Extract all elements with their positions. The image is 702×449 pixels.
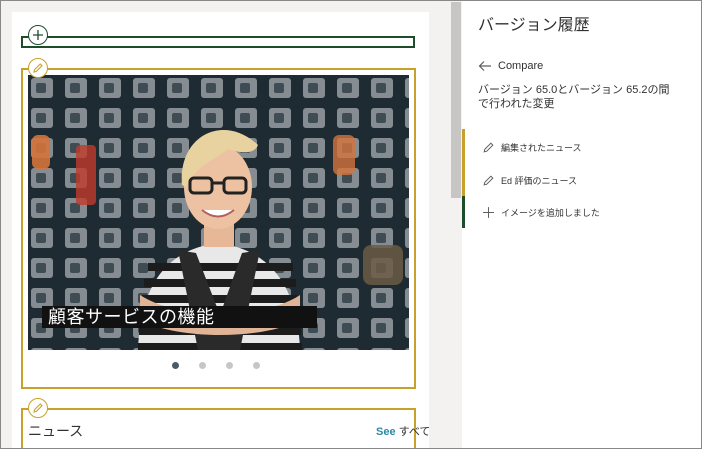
see-all-link-all[interactable]: すべて bbox=[399, 426, 431, 438]
pencil-icon bbox=[33, 403, 43, 413]
change-item-label: イメージを追加しました bbox=[501, 207, 600, 218]
change-item-edited-news[interactable]: 編集されたニュース bbox=[462, 129, 701, 165]
add-section-button[interactable] bbox=[28, 25, 48, 45]
change-item-rated-news[interactable]: Ed 評価のニュース bbox=[462, 164, 701, 196]
compare-description: バージョン 65.0とバージョン 65.2の間で行われた変更 bbox=[478, 84, 670, 110]
change-item-label: 編集されたニュース bbox=[501, 142, 582, 153]
hero-caption[interactable]: 顧客サービスの機能 bbox=[42, 306, 317, 328]
change-item-label: Ed 評価のニュース bbox=[501, 175, 578, 186]
carousel-dot[interactable] bbox=[172, 362, 179, 369]
panel-title: バージョン履歴 bbox=[478, 17, 590, 34]
news-title: ニュース bbox=[28, 423, 84, 439]
carousel-dot[interactable] bbox=[199, 362, 206, 369]
plus-icon bbox=[481, 205, 495, 219]
pencil-icon bbox=[33, 63, 43, 73]
carousel-dots bbox=[172, 362, 260, 369]
compare-back-button[interactable]: Compare bbox=[478, 60, 543, 72]
carousel-dot[interactable] bbox=[253, 362, 260, 369]
carousel-dot[interactable] bbox=[226, 362, 233, 369]
see-all-link[interactable]: See すべて bbox=[376, 423, 430, 439]
pencil-icon bbox=[481, 173, 495, 187]
pencil-icon bbox=[481, 140, 495, 154]
plus-icon bbox=[33, 30, 43, 40]
edit-hero-button[interactable] bbox=[28, 58, 48, 78]
scrollbar-thumb[interactable] bbox=[451, 2, 461, 198]
back-arrow-icon[interactable] bbox=[478, 60, 492, 72]
added-section-highlight bbox=[21, 36, 415, 48]
see-all-link-see[interactable]: See bbox=[376, 426, 396, 438]
edit-news-button[interactable] bbox=[28, 398, 48, 418]
compare-label[interactable]: Compare bbox=[498, 60, 543, 72]
change-item-added-image[interactable]: イメージを追加しました bbox=[462, 196, 701, 228]
